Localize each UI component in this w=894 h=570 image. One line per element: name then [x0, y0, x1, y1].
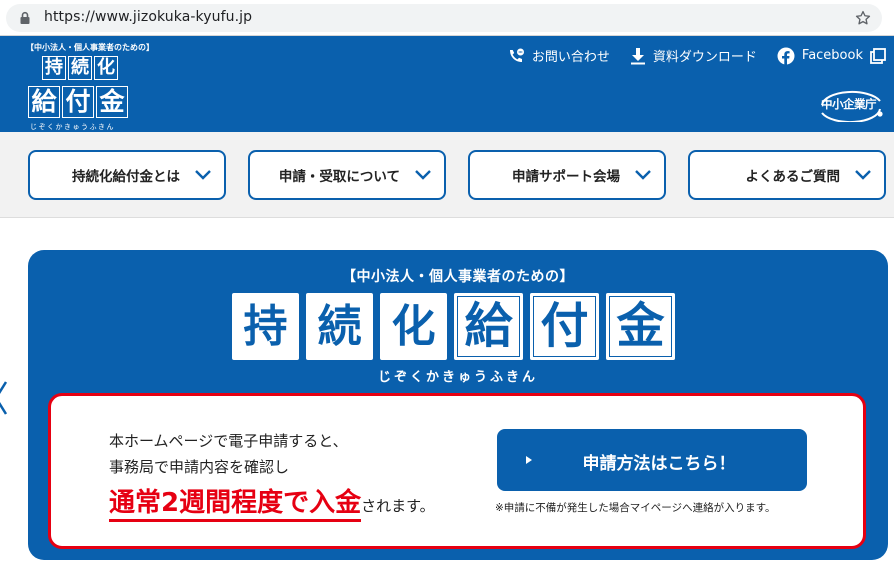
chevron-down-icon	[855, 170, 871, 180]
external-link-icon	[870, 47, 886, 64]
info-text-line: 事務局で申請内容を確認し	[109, 458, 290, 476]
hero-title-char: 給	[454, 293, 523, 360]
logo-char: 化	[94, 56, 118, 80]
download-link[interactable]: 資料ダウンロード	[630, 46, 757, 65]
logo-char: 持	[42, 56, 66, 80]
info-text-tail: されます。	[361, 497, 435, 515]
site-header: 【中小法人・個人事業者のための】 持 続 化 給 付 金 じぞくかきゅうふきん …	[0, 36, 894, 132]
nav-item-support-venue[interactable]: 申請サポート会場	[468, 150, 666, 200]
facebook-link-label: Facebook	[801, 48, 863, 63]
contact-link[interactable]: お問い合わせ	[507, 46, 610, 65]
star-icon[interactable]	[854, 9, 872, 27]
chevron-down-icon	[635, 170, 651, 180]
chevron-down-icon	[195, 170, 211, 180]
header-links: お問い合わせ 資料ダウンロード Facebook	[507, 46, 886, 65]
site-logo[interactable]: 【中小法人・個人事業者のための】 持 続 化 給 付 金 じぞくかきゅうふきん	[26, 42, 154, 131]
payment-highlight: 通常2週間程度で入金	[109, 488, 362, 522]
how-to-apply-button[interactable]: 申請方法はこちら！	[497, 429, 807, 491]
nav-item-label: 持続化給付金とは	[72, 169, 180, 185]
url-field[interactable]: https://www.jizokuka-kyufu.jp	[6, 4, 882, 32]
hero-reading: じぞくかきゅうふきん	[377, 370, 538, 385]
hero-title-char: 付	[530, 293, 599, 360]
global-nav: 持続化給付金とは 申請・受取について 申請サポート会場 よくあるご質問	[0, 132, 894, 218]
hero-title-char: 持	[232, 293, 299, 360]
chevron-left-icon[interactable]	[0, 378, 10, 418]
logo-char: 続	[68, 56, 92, 80]
contact-link-label: お問い合わせ	[531, 50, 610, 65]
hero-title: 持 続 化 給 付 金	[232, 293, 675, 360]
hero-title-char: 金	[606, 293, 675, 360]
hero-tagline: 【中小法人・個人事業者のための】	[342, 269, 574, 285]
facebook-link[interactable]: Facebook	[777, 47, 886, 65]
nav-item-label: よくあるご質問	[745, 169, 841, 185]
download-icon	[630, 47, 645, 64]
agency-name: 中小企業庁	[821, 97, 877, 111]
logo-reading: じぞくかきゅうふきん	[30, 123, 115, 131]
chevron-down-icon	[415, 170, 431, 180]
cta-note: ※申請に不備が発生した場合マイページへ連絡が入ります。	[495, 502, 776, 514]
logo-char: 金	[96, 86, 128, 118]
how-to-apply-button-label: 申請方法はこちら！	[582, 454, 736, 474]
download-link-label: 資料ダウンロード	[652, 50, 757, 65]
logo-char: 付	[62, 86, 94, 118]
url-text[interactable]: https://www.jizokuka-kyufu.jp	[44, 9, 252, 25]
nav-item-label: 申請・受取について	[278, 169, 400, 185]
nav-item-label: 申請サポート会場	[512, 169, 620, 185]
info-text-line: 本ホームページで電子申請すると、	[109, 432, 348, 450]
browser-address-bar: https://www.jizokuka-kyufu.jp	[0, 0, 894, 36]
info-text-line: 通常2週間程度で入金されます。	[109, 482, 435, 522]
logo-row-bottom: 給 付 金	[28, 86, 128, 118]
hero-title-char: 続	[306, 293, 373, 360]
logo-char: 給	[28, 86, 60, 118]
lock-icon	[20, 11, 30, 24]
info-panel: 本ホームページで電子申請すると、 事務局で申請内容を確認し 通常2週間程度で入金…	[48, 393, 866, 549]
logo-row-top: 持 続 化	[42, 56, 118, 80]
nav-item-application[interactable]: 申請・受取について	[248, 150, 446, 200]
phone-chat-icon	[509, 48, 524, 62]
hero-title-char: 化	[380, 293, 447, 360]
facebook-icon	[777, 47, 795, 65]
agency-logo[interactable]: 中小企業庁	[816, 88, 886, 124]
nav-item-faq[interactable]: よくあるご質問	[688, 150, 886, 200]
logo-tagline: 【中小法人・個人事業者のための】	[26, 43, 154, 52]
nav-item-about[interactable]: 持続化給付金とは	[28, 150, 226, 200]
